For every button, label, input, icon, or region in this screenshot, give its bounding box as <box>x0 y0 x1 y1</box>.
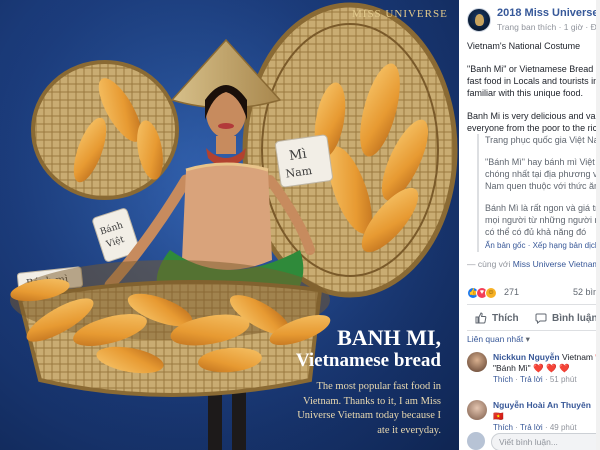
comment-input[interactable]: Viết bình luận... <box>491 433 600 450</box>
translation-options[interactable]: Ẩn bản gốc · Xếp hạng bản dịch này <box>485 240 600 252</box>
commenter-avatar[interactable] <box>467 352 487 372</box>
post-heading: Vietnam's National Costume <box>467 41 581 51</box>
brand-logo: MISS UNIVERSE <box>352 8 448 20</box>
reaction-summary[interactable]: 👍 ♥ ☺ 271 52 bình luận <box>467 286 600 302</box>
comment-composer: Viết bình luận... <box>467 430 600 450</box>
comment-button[interactable]: Bình luận <box>535 308 598 328</box>
haha-reaction-icon: ☺ <box>485 287 497 299</box>
post-header: 2018 Miss Universe Trang ban thích · 1 g… <box>467 6 600 36</box>
divider <box>467 304 600 305</box>
caption-title-line2: Vietnamese bread <box>295 350 441 371</box>
translation-block: Trang phục quốc gia Việt Nam "Bánh Mì" h… <box>477 134 600 252</box>
page-name-link[interactable]: 2018 Miss Universe <box>497 7 599 19</box>
comment-body: Nickkun Nguyễn Vietnam ❤️ ❤️ "Bánh Mì" ❤… <box>493 352 600 385</box>
post-paragraph: Banh Mi is very delicious and value f ev… <box>467 111 600 133</box>
caption-title: BANH MI, Vietnamese bread <box>296 326 441 372</box>
like-button[interactable]: Thích <box>475 308 519 328</box>
user-avatar <box>467 432 485 450</box>
commenter-name[interactable]: Nickkun Nguyễn <box>493 352 560 362</box>
comment-bubble-icon <box>535 313 547 324</box>
commenter-name[interactable]: Nguyễn Hoài An Thuyên <box>493 400 591 410</box>
thumbs-up-icon <box>475 312 487 324</box>
tagged-with: — cùng với Miss Universe Vietnam - <box>467 259 600 269</box>
comment-body: Nguyễn Hoài An Thuyên 🇻🇳 Thích · Trả lời… <box>493 400 591 432</box>
comment-sort-dropdown[interactable]: Liên quan nhất ▾ <box>467 334 530 345</box>
scrollbar[interactable] <box>596 0 600 450</box>
post-text: Vietnam's National Costume "Banh Mi" or … <box>467 40 600 270</box>
caption-title-line1: BANH MI, <box>337 325 441 350</box>
post-paragraph: "Banh Mi" or Vietnamese Bread is the fas… <box>467 64 600 98</box>
comment-reply-link[interactable]: Trả lời <box>520 375 543 384</box>
costume-photo[interactable]: Mì Nam Bánh Việt Bánh mì <box>0 0 459 450</box>
chevron-down-icon: ▾ <box>525 334 530 344</box>
svg-text:Mì: Mì <box>288 147 307 164</box>
reaction-count[interactable]: 271 <box>504 287 519 297</box>
tagged-page-link[interactable]: Miss Universe Vietnam <box>513 259 600 269</box>
post-panel: 2018 Miss Universe Trang ban thích · 1 g… <box>459 0 600 450</box>
post-meta: Trang ban thích · 1 giờ · Đã chỉnh <box>497 22 600 32</box>
page-avatar[interactable] <box>467 8 491 32</box>
divider <box>467 330 600 331</box>
paper-bag: Mì Nam <box>275 134 333 188</box>
reaction-icons: 👍 ♥ ☺ <box>467 287 501 300</box>
caption-body: The most popular fast food in Vietnam. T… <box>297 381 441 436</box>
comment-like-link[interactable]: Thích <box>493 375 513 384</box>
comment-actions: Thích · Trả lời · 51 phút <box>493 375 577 384</box>
commenter-avatar[interactable] <box>467 400 487 420</box>
